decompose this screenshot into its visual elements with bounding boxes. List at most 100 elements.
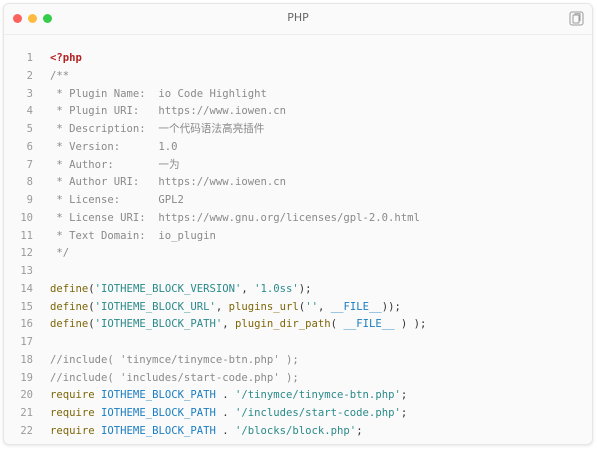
code-line: 9 * License: GPL2 — [4, 191, 592, 209]
code-token-keyword: require — [50, 407, 95, 419]
code-line: 15 define('IOTHEME_BLOCK_URL', plugins_ur… — [4, 298, 592, 316]
code-token-comment: * License URI: https://www.gnu.org/licen… — [50, 211, 420, 224]
code-line: 17 — [4, 333, 592, 351]
code-token-string: '' — [305, 300, 318, 313]
line-number: 10 — [20, 211, 33, 224]
code-block-window: PHP 1 <?php 2 /** 3 * Plugin Name: io Code H… — [3, 3, 593, 445]
code-line: 12 */ — [4, 244, 592, 262]
line-number: 16 — [20, 318, 33, 331]
code-token-punct: , — [241, 282, 255, 295]
line-number: 8 — [26, 176, 33, 189]
code-token-func: define — [50, 282, 89, 295]
line-number: 12 — [20, 247, 33, 260]
code-line: 5 * Description: 一个代码语法高亮插件 — [4, 120, 592, 138]
code-line: 3 * Plugin Name: io Code Highlight — [4, 85, 592, 103]
code-text: //include( 'tinymce/tinymce-btn.php' ); — [50, 351, 299, 369]
code-token-string: 'IOTHEME_BLOCK_PATH' — [94, 318, 223, 331]
line-number: 13 — [20, 265, 33, 277]
line-number: 14 — [20, 282, 33, 295]
code-line: 14 define('IOTHEME_BLOCK_VERSION', '1.0ss… — [4, 280, 592, 298]
code-token-comment: /** — [50, 69, 70, 82]
code-line: 18 //include( 'tinymce/tinymce-btn.php' )… — [4, 351, 592, 369]
code-token-comment: * Description: 一个代码语法高亮插件 — [50, 123, 265, 135]
line-number: 15 — [20, 300, 33, 313]
code-token-punct: )); — [381, 300, 401, 313]
line-number: 1 — [26, 52, 33, 64]
code-line: 21 require IOTHEME_BLOCK_PATH . '/include… — [4, 404, 592, 422]
code-text: define('IOTHEME_BLOCK_URL', plugins_url(… — [50, 298, 401, 316]
line-number: 6 — [26, 140, 33, 153]
code-line: 11 * Text Domain: io_plugin — [4, 227, 592, 245]
code-token-punct: ( — [330, 318, 344, 331]
code-token-punct: ); — [298, 282, 312, 295]
line-number: 4 — [26, 105, 33, 118]
code-token-punct: , — [215, 300, 229, 313]
code-text: * Text Domain: io_plugin — [50, 227, 216, 245]
code-token-keyword: require — [50, 389, 95, 402]
code-token-func: plugins_url — [228, 300, 299, 313]
code-token-punct: , — [317, 300, 331, 313]
code-line: 22 require IOTHEME_BLOCK_PATH . '/blocks/… — [4, 422, 592, 440]
code-line: 4 * Plugin URI: https://www.iowen.cn — [4, 102, 592, 120]
line-number: 9 — [26, 194, 33, 206]
line-number: 20 — [20, 389, 33, 402]
code-token-const: __FILE__ — [330, 300, 382, 313]
code-token-punct: ; — [356, 424, 363, 437]
code-token-string: '/tinymce/tinymce-btn.php' — [235, 389, 401, 402]
code-token-punct: ) ); — [394, 318, 427, 331]
code-token-punct: . — [215, 407, 235, 419]
code-token-punct: , — [222, 318, 235, 331]
code-text: */ — [50, 244, 69, 262]
code-block-titlebar: PHP — [4, 4, 592, 35]
code-token-string: '/blocks/block.php' — [235, 424, 357, 437]
copy-icon — [569, 11, 584, 26]
code-token-string: 'IOTHEME_BLOCK_URL' — [94, 300, 216, 313]
code-token-const: __FILE__ — [343, 318, 395, 331]
code-token-string: 'IOTHEME_BLOCK_VERSION' — [94, 282, 242, 295]
code-text: require IOTHEME_BLOCK_PATH . '/blocks/bl… — [50, 422, 363, 440]
code-token-comment: */ — [50, 247, 70, 260]
code-text: * Plugin URI: https://www.iowen.cn — [50, 102, 286, 120]
line-number: 5 — [26, 123, 33, 135]
code-line: 13 — [4, 262, 592, 280]
code-text: * Author: 一为 — [50, 156, 180, 174]
code-token-comment: //include( 'includes/start-code.php' ); — [50, 371, 299, 384]
code-line: 16 define ( 'IOTHEME_BLOCK_PATH', plugin_di… — [4, 315, 592, 333]
code-text: define ( 'IOTHEME_BLOCK_PATH', plugin_dir_… — [50, 315, 426, 333]
code-language-title: PHP — [287, 11, 309, 24]
code-token-comment: * Author: 一为 — [50, 158, 180, 171]
code-token-func: plugin_dir_path — [235, 318, 331, 331]
code-token-comment: * Text Domain: io_plugin — [50, 229, 216, 242]
code-token-punct: ; — [400, 389, 408, 402]
code-token-func: define — [50, 318, 89, 331]
line-number: 2 — [26, 69, 33, 82]
code-token-func: define — [50, 300, 89, 313]
code-line: 8 * Author URI: https://www.iowen.cn — [4, 173, 592, 191]
code-token-comment: * Plugin URI: https://www.iowen.cn — [50, 105, 286, 118]
code-token-keyword: require — [50, 424, 95, 437]
code-text: /** — [50, 67, 69, 85]
code-text: require IOTHEME_BLOCK_PATH . '/tinymce/t… — [50, 386, 407, 404]
code-token-comment: * Plugin Name: io Code Highlight — [50, 87, 267, 100]
code-token-string: '1.0ss' — [254, 282, 299, 295]
code-line: 2 /** — [4, 67, 592, 85]
code-text: * Author URI: https://www.iowen.cn — [50, 173, 286, 191]
code-token-punct: . — [215, 424, 235, 437]
line-number: 7 — [26, 158, 33, 171]
code-text: * Description: 一个代码语法高亮插件 — [50, 120, 264, 138]
code-line: 1 <?php — [4, 49, 592, 67]
code-token-const: IOTHEME_BLOCK_PATH — [101, 389, 216, 402]
code-token-punct: . — [215, 389, 235, 402]
code-text: * Plugin Name: io Code Highlight — [50, 85, 267, 103]
code-line: 10 * License URI: https://www.gnu.org/li… — [4, 209, 592, 227]
line-number: 17 — [20, 336, 33, 348]
code-token-tag: <?php — [50, 52, 82, 64]
code-text: define('IOTHEME_BLOCK_VERSION', '1.0ss')… — [50, 280, 312, 298]
code-token-const: IOTHEME_BLOCK_PATH — [101, 424, 216, 437]
code-token-punct: ; — [400, 407, 408, 419]
code-text: * License: GPL2 — [50, 191, 184, 209]
line-number: 18 — [20, 353, 33, 366]
copy-button[interactable] — [568, 10, 585, 27]
line-number: 11 — [20, 229, 33, 242]
code-token-comment: //include( 'tinymce/tinymce-btn.php' ); — [50, 353, 299, 366]
